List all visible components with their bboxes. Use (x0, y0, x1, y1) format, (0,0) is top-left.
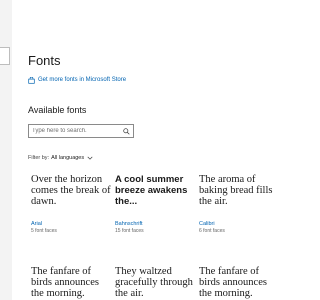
font-card[interactable]: The fanfare of birds announces the morni… (31, 266, 111, 300)
font-preview-text: A cool summer breeze awakens the... (115, 174, 188, 207)
font-face-count: 6 font faces (199, 228, 225, 234)
font-name: Calibri (199, 221, 215, 227)
font-card[interactable]: They waltzed gracefully through the air. (115, 266, 195, 300)
fonts-settings-page: Fonts Get more fonts in Microsoft Store … (0, 0, 300, 300)
get-more-fonts-label: Get more fonts in Microsoft Store (38, 77, 127, 83)
settings-nav-pane (0, 0, 12, 300)
filter-dropdown[interactable]: All languages (51, 154, 84, 162)
font-face-count: 15 font faces (115, 228, 144, 234)
font-card-calibri[interactable]: The aroma of baking bread fills the air.… (199, 174, 279, 235)
font-card-bahnschrift[interactable]: A cool summer breeze awakens the... Bahn… (115, 174, 195, 235)
search-icon[interactable] (123, 127, 130, 135)
font-preview-text: The fanfare of birds announces the morni… (31, 266, 99, 299)
font-face-count: 5 font faces (31, 228, 57, 234)
available-fonts-heading: Available fonts (28, 105, 87, 115)
font-preview-text: The fanfare of birds announces the morni… (199, 266, 267, 299)
nav-search-box[interactable] (0, 47, 10, 65)
font-name: Bahnschrift (115, 221, 143, 227)
store-icon (28, 76, 35, 84)
page-title: Fonts (28, 53, 61, 68)
font-card-arial[interactable]: Over the horizon comes the break of dawn… (31, 174, 111, 235)
chevron-down-icon[interactable] (87, 156, 93, 160)
font-preview-text: They waltzed gracefully through the air. (115, 266, 193, 299)
font-preview-text: Over the horizon comes the break of dawn… (31, 174, 111, 207)
language-filter: Filter by: All languages (28, 154, 93, 162)
font-search-box[interactable] (28, 124, 134, 138)
font-name: Arial (31, 221, 43, 227)
font-preview-text: The aroma of baking bread fills the air. (199, 174, 273, 207)
filter-label: Filter by: (28, 155, 50, 161)
font-search-input[interactable] (32, 126, 123, 136)
font-card[interactable]: The fanfare of birds announces the morni… (199, 266, 279, 300)
get-more-fonts-link[interactable]: Get more fonts in Microsoft Store (28, 76, 126, 84)
